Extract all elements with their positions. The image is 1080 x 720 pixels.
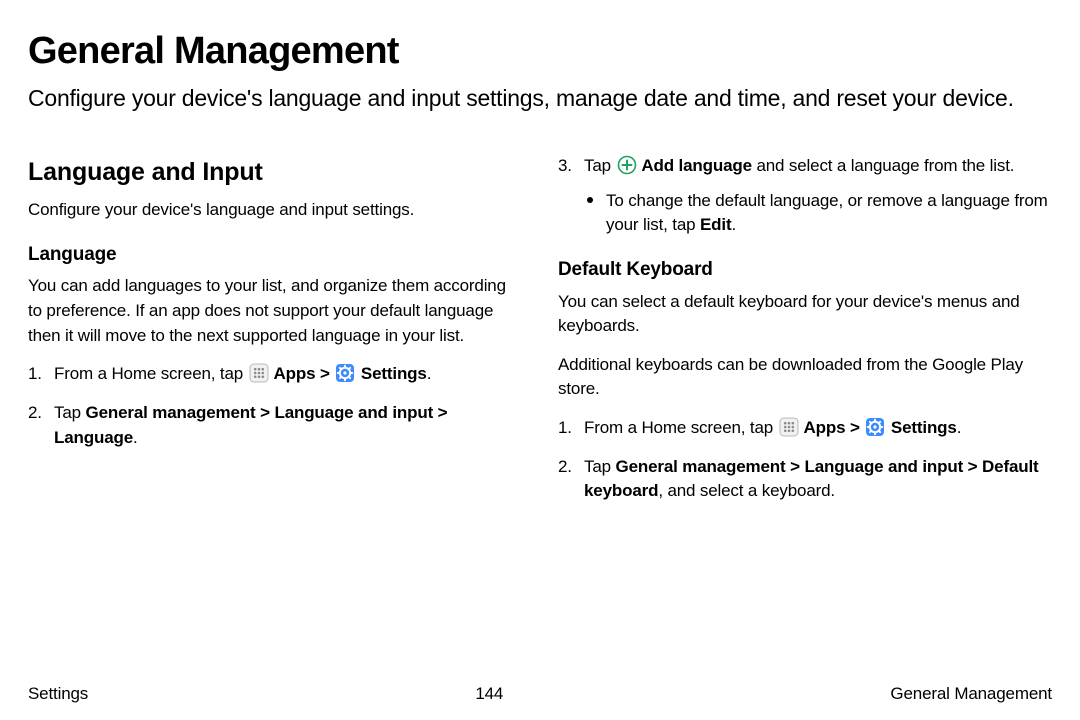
content-columns: Language and Input Configure your device… <box>28 154 1052 678</box>
path-general-management: General management <box>86 403 256 422</box>
settings-icon <box>865 417 885 437</box>
language-steps-continued: Tap Add language and select a language f… <box>558 154 1052 238</box>
footer-right: General Management <box>890 684 1052 704</box>
step-text: Tap <box>54 403 86 422</box>
step-text: Tap <box>584 457 616 476</box>
page-intro: Configure your device's language and inp… <box>28 83 1052 114</box>
language-step-1: From a Home screen, tap Apps > Settings. <box>28 362 522 387</box>
period: . <box>427 364 432 383</box>
plus-icon <box>617 155 637 175</box>
apps-icon <box>779 417 799 437</box>
path-language: Language <box>54 428 133 447</box>
apps-label: Apps <box>800 418 846 437</box>
language-substep-edit: To change the default language, or remov… <box>584 189 1052 238</box>
language-substeps: To change the default language, or remov… <box>584 189 1052 238</box>
period: . <box>731 215 736 234</box>
substep-text: To change the default language, or remov… <box>606 191 1048 235</box>
chevron-icon: > <box>790 457 800 476</box>
apps-label: Apps <box>270 364 316 383</box>
footer-left: Settings <box>28 684 88 704</box>
language-input-description: Configure your device's language and inp… <box>28 198 522 223</box>
default-keyboard-description-1: You can select a default keyboard for yo… <box>558 290 1052 339</box>
chevron-icon: > <box>850 418 860 437</box>
path-language-and-input: Language and input <box>804 457 963 476</box>
keyboard-step-2: Tap General management > Language and in… <box>558 455 1052 504</box>
path-language-and-input: Language and input <box>274 403 433 422</box>
edit-label: Edit <box>700 215 731 234</box>
period: . <box>957 418 962 437</box>
step-text-tail: and select a language from the list. <box>752 156 1014 175</box>
apps-icon <box>249 363 269 383</box>
heading-language-and-input: Language and Input <box>28 154 522 190</box>
settings-label: Settings <box>886 418 956 437</box>
keyboard-step-1: From a Home screen, tap Apps > Settings. <box>558 416 1052 441</box>
step-text-tail: , and select a keyboard. <box>658 481 835 500</box>
language-step-2: Tap General management > Language and in… <box>28 401 522 450</box>
chevron-icon: > <box>968 457 978 476</box>
period: . <box>133 428 138 447</box>
keyboard-steps: From a Home screen, tap Apps > Settings.… <box>558 416 1052 504</box>
add-language-label: Add language <box>638 156 752 175</box>
chevron-icon: > <box>320 364 330 383</box>
step-text: From a Home screen, tap <box>584 418 778 437</box>
language-step-3: Tap Add language and select a language f… <box>558 154 1052 238</box>
path-general-management: General management <box>616 457 786 476</box>
step-text: Tap <box>584 156 616 175</box>
settings-label: Settings <box>356 364 426 383</box>
default-keyboard-description-2: Additional keyboards can be downloaded f… <box>558 353 1052 402</box>
page-footer: Settings 144 General Management <box>28 684 1052 704</box>
page-title: General Management <box>28 30 1052 73</box>
heading-language: Language <box>28 241 522 269</box>
footer-page-number: 144 <box>475 684 503 704</box>
right-column: Tap Add language and select a language f… <box>558 154 1052 678</box>
left-column: Language and Input Configure your device… <box>28 154 522 678</box>
heading-default-keyboard: Default Keyboard <box>558 256 1052 284</box>
chevron-icon: > <box>260 403 270 422</box>
settings-icon <box>335 363 355 383</box>
language-description: You can add languages to your list, and … <box>28 274 522 348</box>
step-text: From a Home screen, tap <box>54 364 248 383</box>
chevron-icon: > <box>438 403 448 422</box>
language-steps: From a Home screen, tap Apps > Settings.… <box>28 362 522 450</box>
